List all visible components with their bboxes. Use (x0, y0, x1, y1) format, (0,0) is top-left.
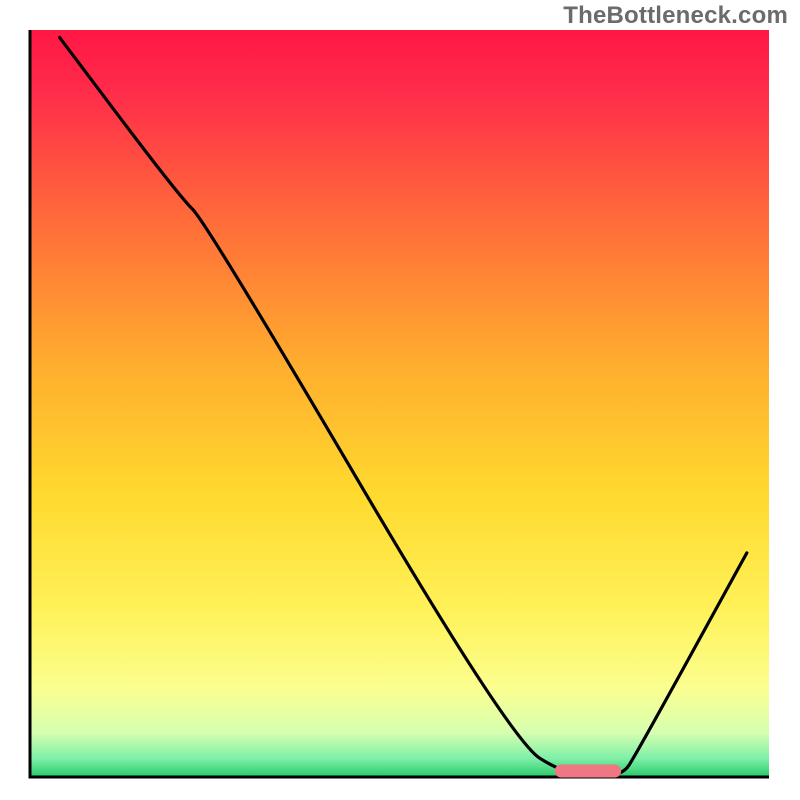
optimal-range-marker (555, 765, 622, 778)
watermark-label: TheBottleneck.com (563, 2, 788, 30)
chart-container: TheBottleneck.com (0, 0, 800, 800)
bottleneck-chart (0, 0, 800, 800)
plot-background (30, 30, 769, 777)
